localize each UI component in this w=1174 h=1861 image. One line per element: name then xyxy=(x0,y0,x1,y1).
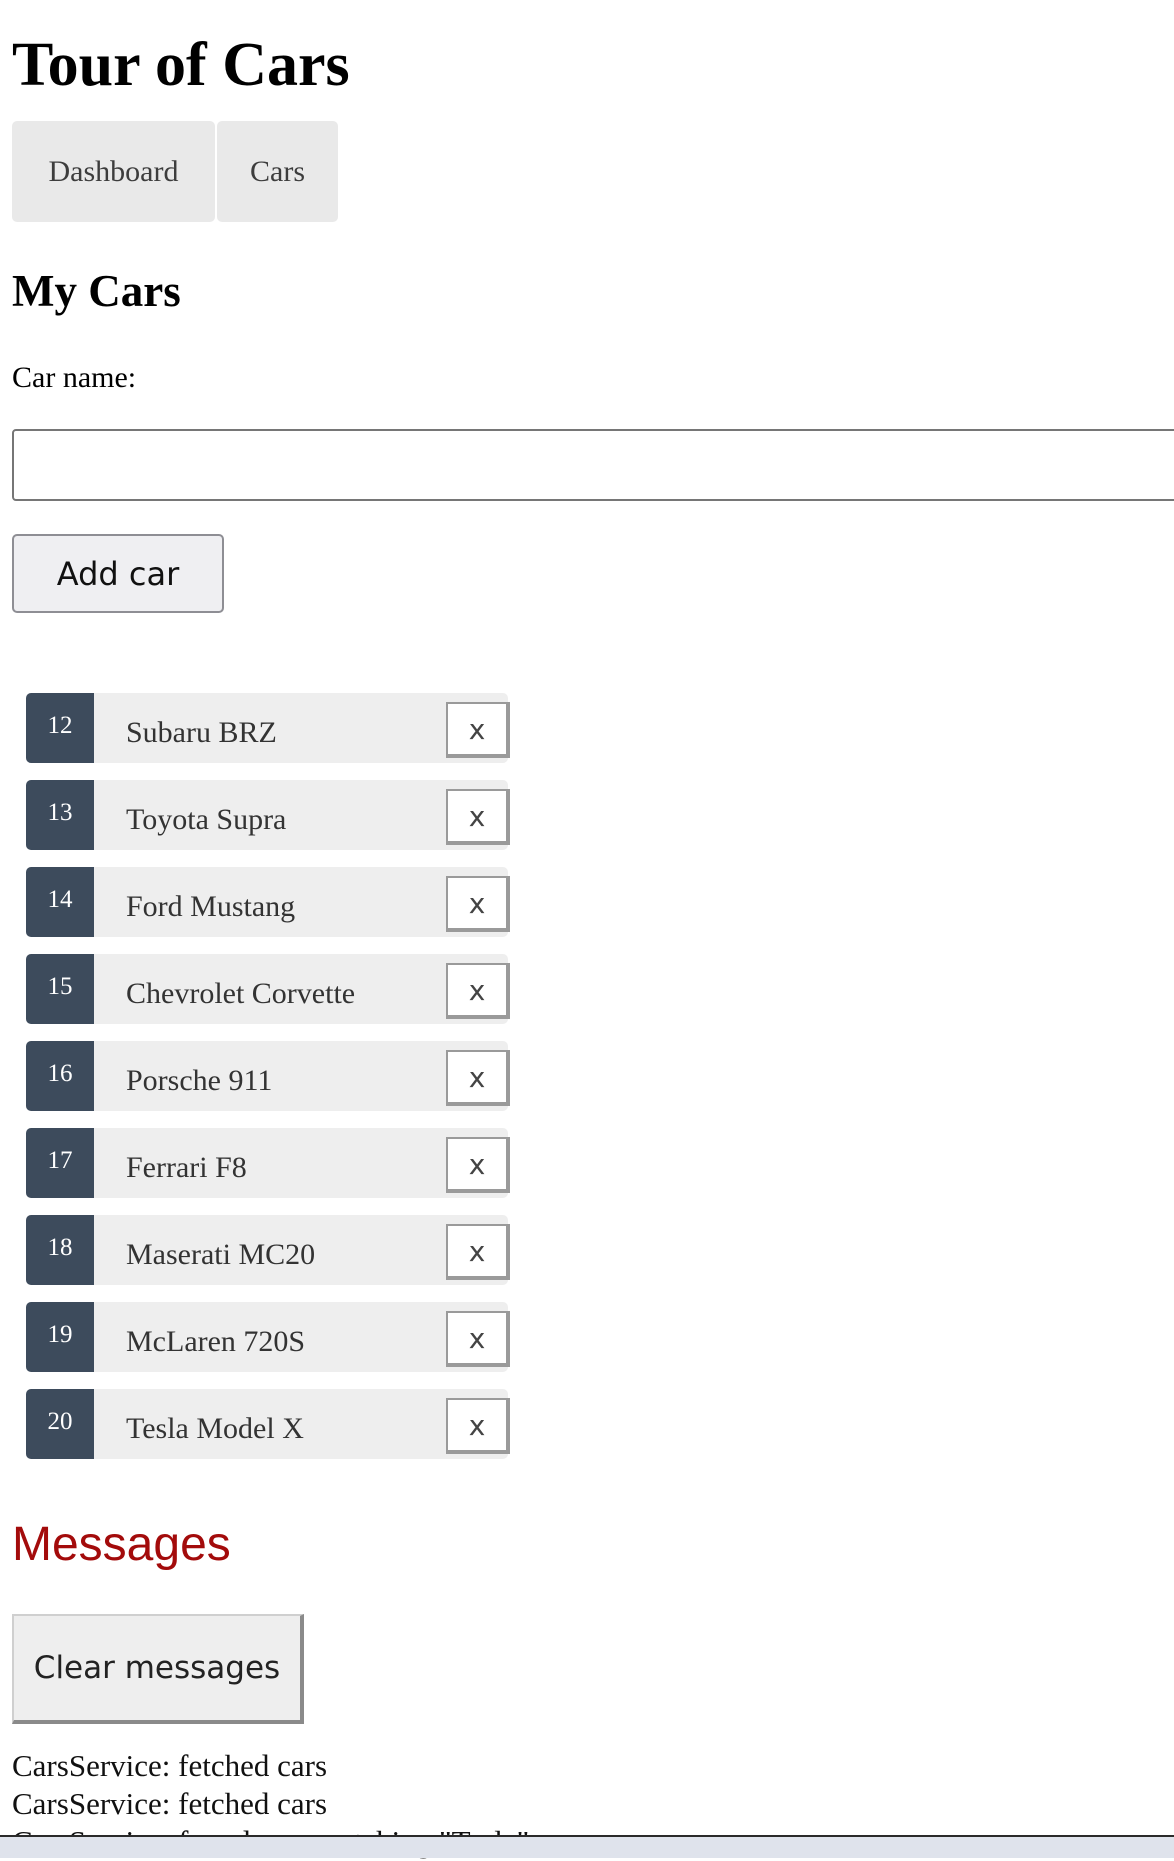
car-id-badge: 19 xyxy=(26,1302,94,1372)
messages-heading: Messages xyxy=(12,1518,231,1571)
car-list-item[interactable]: 15 Chevrolet Corvette x xyxy=(26,954,510,1024)
car-list-item[interactable]: 14 Ford Mustang x xyxy=(26,867,510,937)
car-name[interactable]: Ferrari F8 xyxy=(126,1128,247,1208)
car-name[interactable]: McLaren 720S xyxy=(126,1302,305,1382)
car-id-badge: 20 xyxy=(26,1389,94,1459)
car-id-badge: 18 xyxy=(26,1215,94,1285)
car-name[interactable]: Ford Mustang xyxy=(126,867,295,947)
car-id-badge: 15 xyxy=(26,954,94,1024)
car-list-item[interactable]: 12 Subaru BRZ x xyxy=(26,693,510,763)
car-list-item[interactable]: 13 Toyota Supra x xyxy=(26,780,510,850)
add-car-button[interactable]: Add car xyxy=(12,534,224,613)
car-name[interactable]: Tesla Model X xyxy=(126,1389,304,1469)
car-name-label: Car name: xyxy=(12,361,137,394)
delete-car-button[interactable]: x xyxy=(446,1224,510,1280)
car-id-badge: 12 xyxy=(26,693,94,763)
delete-car-button[interactable]: x xyxy=(446,963,510,1019)
car-name[interactable]: Porsche 911 xyxy=(126,1041,272,1121)
car-list-item[interactable]: 16 Porsche 911 x xyxy=(26,1041,510,1111)
car-name[interactable]: Subaru BRZ xyxy=(126,693,277,773)
car-id-badge: 16 xyxy=(26,1041,94,1111)
delete-car-button[interactable]: x xyxy=(446,789,510,845)
delete-car-button[interactable]: x xyxy=(446,702,510,758)
car-name[interactable]: Chevrolet Corvette xyxy=(126,954,355,1034)
car-id-badge: 17 xyxy=(26,1128,94,1198)
page-title: My Cars xyxy=(12,266,181,316)
delete-car-button[interactable]: x xyxy=(446,1398,510,1454)
car-name-input[interactable] xyxy=(12,429,1174,501)
app-title: Tour of Cars xyxy=(12,31,350,99)
car-name[interactable]: Toyota Supra xyxy=(126,780,286,860)
car-id-badge: 13 xyxy=(26,780,94,850)
message-item: CarsService: fetched cars xyxy=(12,1786,328,1821)
car-list-item[interactable]: 20 Tesla Model X x xyxy=(26,1389,510,1459)
browser-bottom-bar xyxy=(0,1835,1174,1858)
car-list-item[interactable]: 19 McLaren 720S x xyxy=(26,1302,510,1372)
delete-car-button[interactable]: x xyxy=(446,1311,510,1367)
delete-car-button[interactable]: x xyxy=(446,876,510,932)
car-list-item[interactable]: 17 Ferrari F8 x xyxy=(26,1128,510,1198)
message-item: CarsService: fetched cars xyxy=(12,1748,328,1783)
nav-dashboard-link[interactable]: Dashboard xyxy=(12,121,215,222)
car-list-item[interactable]: 18 Maserati MC20 x xyxy=(26,1215,510,1285)
car-name[interactable]: Maserati MC20 xyxy=(126,1215,315,1295)
main-nav: Dashboard Cars xyxy=(12,121,338,222)
delete-car-button[interactable]: x xyxy=(446,1050,510,1106)
car-list: 12 Subaru BRZ x 13 Toyota Supra x 14 For… xyxy=(26,693,510,1476)
car-id-badge: 14 xyxy=(26,867,94,937)
delete-car-button[interactable]: x xyxy=(446,1137,510,1193)
nav-cars-link[interactable]: Cars xyxy=(217,121,338,222)
clear-messages-button[interactable]: Clear messages xyxy=(12,1614,304,1724)
